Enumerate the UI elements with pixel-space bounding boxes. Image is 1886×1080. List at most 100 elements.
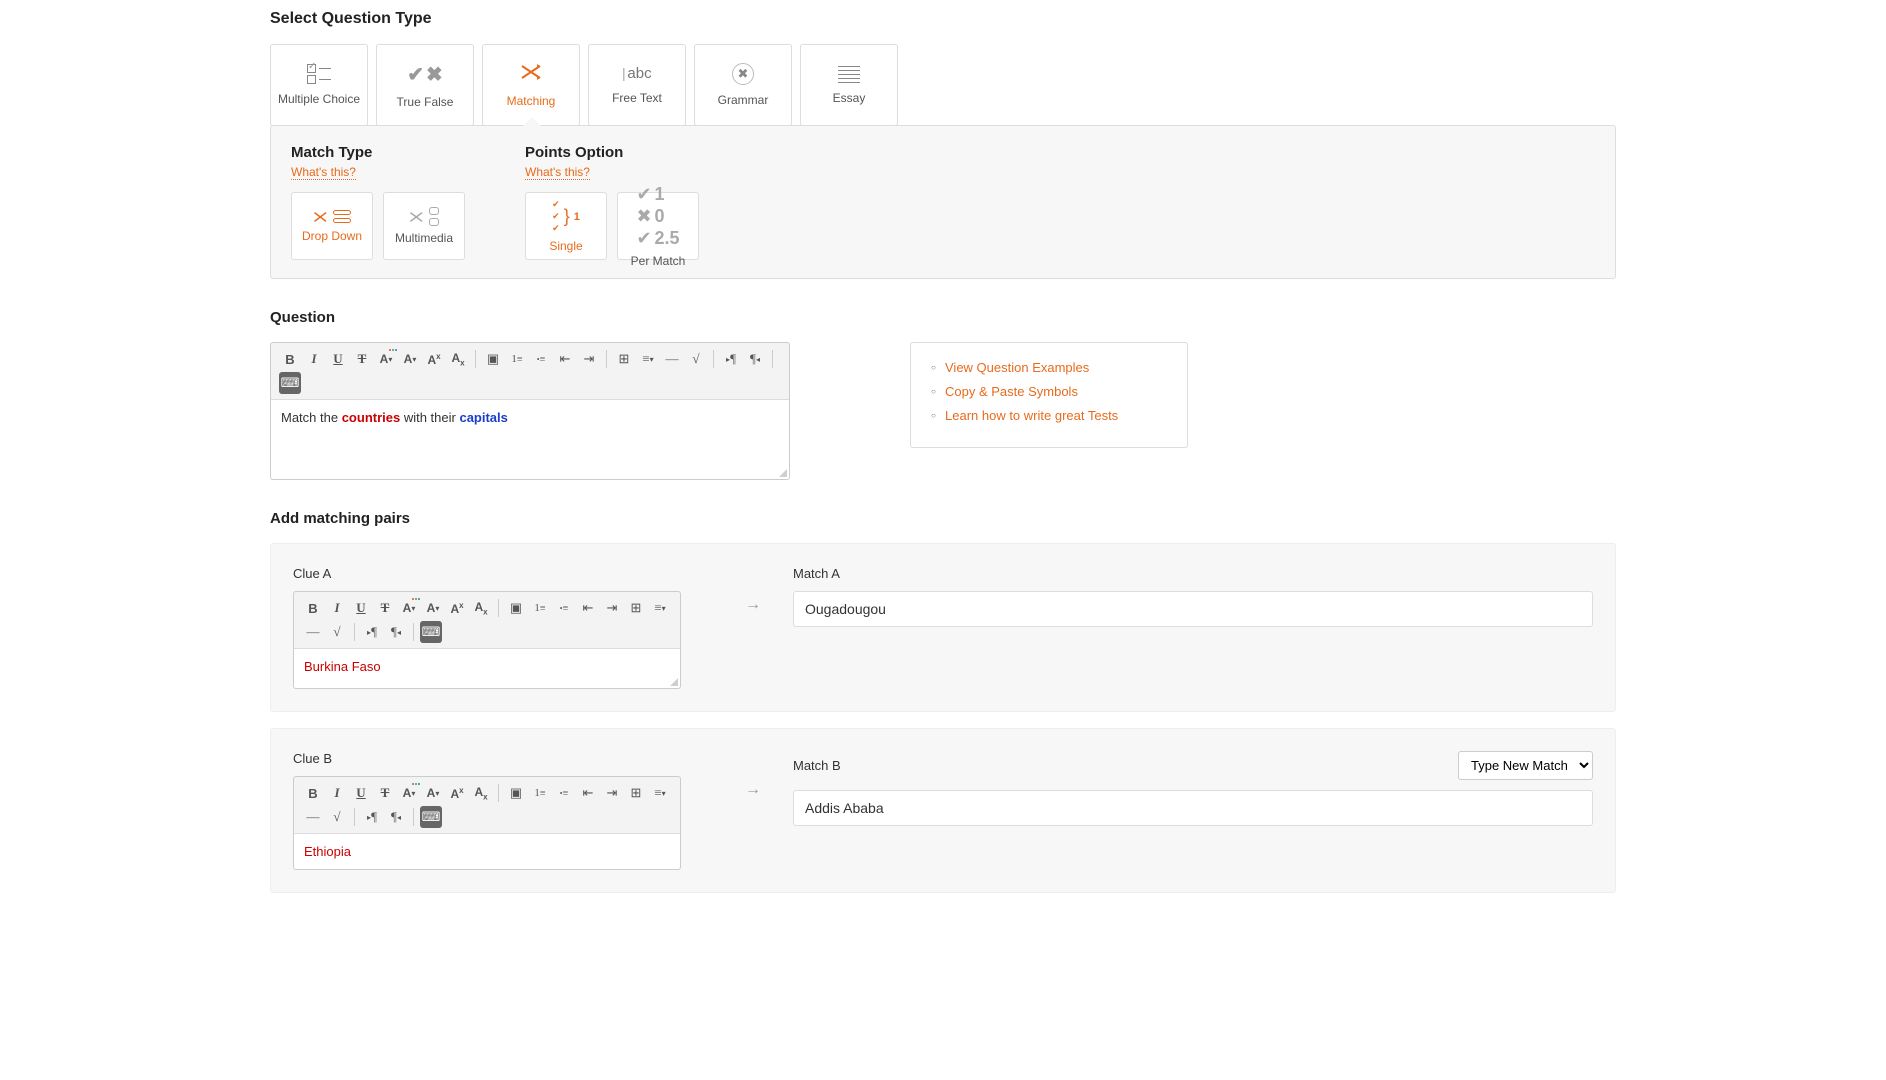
option-label: Drop Down — [302, 229, 362, 243]
indent-button[interactable]: ⇥ — [601, 597, 623, 619]
resizer-icon[interactable] — [668, 676, 678, 686]
unordered-list-button[interactable]: •≡ — [553, 597, 575, 619]
unordered-list-button[interactable]: •≡ — [530, 348, 552, 370]
match-a-input[interactable] — [793, 591, 1593, 627]
bg-color-button[interactable]: A▾ — [422, 782, 444, 804]
bg-color-button[interactable]: A▾ — [399, 348, 421, 370]
ltr-button[interactable]: ▸¶ — [361, 806, 383, 828]
arrow-icon: → — [713, 566, 793, 614]
image-button[interactable]: ▣ — [482, 348, 504, 370]
qtype-label: Matching — [507, 94, 556, 108]
hr-button[interactable]: — — [302, 621, 324, 643]
qtype-essay[interactable]: Essay — [800, 44, 898, 126]
subscript-button[interactable]: Ax — [470, 782, 492, 804]
resizer-icon[interactable] — [777, 467, 787, 477]
question-text-part: with their — [400, 410, 459, 425]
qtype-grammar[interactable]: ✖ Grammar — [694, 44, 792, 126]
italic-button[interactable]: I — [326, 782, 348, 804]
qtype-matching[interactable]: Matching — [482, 44, 580, 126]
strike-button[interactable]: T — [374, 597, 396, 619]
formula-button[interactable]: √ — [326, 621, 348, 643]
ltr-button[interactable]: ▸¶ — [720, 348, 742, 370]
table-button[interactable]: ⊞ — [613, 348, 635, 370]
italic-button[interactable]: I — [326, 597, 348, 619]
help-examples-link[interactable]: View Question Examples — [945, 360, 1089, 375]
bold-button[interactable]: B — [279, 348, 301, 370]
match-b-select[interactable]: Type New Match — [1458, 751, 1593, 780]
outdent-button[interactable]: ⇤ — [577, 597, 599, 619]
bold-button[interactable]: B — [302, 597, 324, 619]
qtype-label: True False — [397, 95, 454, 109]
match-pair-a: Clue A B I U T A▾ A▾ Ax Ax ▣ 1≡ •≡ ⇤ ⇥ ⊞… — [270, 543, 1616, 712]
match-b-input[interactable] — [793, 790, 1593, 826]
clue-b-value: Ethiopia — [304, 844, 351, 859]
multiple-choice-icon: ✓ — [307, 64, 331, 84]
qtype-free-text[interactable]: |abc Free Text — [588, 44, 686, 126]
align-button[interactable]: ≡▾ — [649, 597, 671, 619]
ordered-list-button[interactable]: 1≡ — [529, 782, 551, 804]
match-type-whats-this[interactable]: What's this? — [291, 165, 356, 180]
indent-button[interactable]: ⇥ — [601, 782, 623, 804]
text-color-button[interactable]: A▾ — [398, 782, 420, 804]
underline-button[interactable]: U — [350, 597, 372, 619]
question-textarea[interactable]: Match the countries with their capitals — [270, 400, 790, 480]
match-b-label: Match B — [793, 758, 841, 773]
rtl-button[interactable]: ¶◂ — [744, 348, 766, 370]
clue-b-label: Clue B — [293, 751, 713, 766]
qtype-label: Grammar — [718, 93, 769, 107]
strike-button[interactable]: T — [374, 782, 396, 804]
points-per-match[interactable]: ✔ 1 ✖ 0 ✔ 2.5 Per Match — [617, 192, 699, 260]
strike-button[interactable]: T — [351, 348, 373, 370]
clue-a-label: Clue A — [293, 566, 713, 581]
hr-button[interactable]: — — [302, 806, 324, 828]
points-single[interactable]: ✔✔✔ } 1 Single — [525, 192, 607, 260]
points-option-whats-this[interactable]: What's this? — [525, 165, 590, 180]
keyboard-button[interactable]: ⌨ — [420, 806, 442, 828]
match-type-multimedia[interactable]: Multimedia — [383, 192, 465, 260]
superscript-button[interactable]: Ax — [446, 782, 468, 804]
qtype-true-false[interactable]: ✔✖ True False — [376, 44, 474, 126]
clue-b-textarea[interactable]: Ethiopia — [293, 834, 681, 870]
align-button[interactable]: ≡▾ — [637, 348, 659, 370]
superscript-button[interactable]: Ax — [446, 597, 468, 619]
italic-button[interactable]: I — [303, 348, 325, 370]
formula-button[interactable]: √ — [685, 348, 707, 370]
qtype-label: Free Text — [612, 91, 662, 105]
help-learn-link[interactable]: Learn how to write great Tests — [945, 408, 1118, 423]
hr-button[interactable]: — — [661, 348, 683, 370]
ltr-button[interactable]: ▸¶ — [361, 621, 383, 643]
question-title: Question — [270, 309, 1616, 326]
rtl-button[interactable]: ¶◂ — [385, 621, 407, 643]
bold-button[interactable]: B — [302, 782, 324, 804]
subscript-button[interactable]: Ax — [447, 348, 469, 370]
superscript-button[interactable]: Ax — [423, 348, 445, 370]
ordered-list-button[interactable]: 1≡ — [506, 348, 528, 370]
outdent-button[interactable]: ⇤ — [554, 348, 576, 370]
ordered-list-button[interactable]: 1≡ — [529, 597, 551, 619]
table-button[interactable]: ⊞ — [625, 782, 647, 804]
match-type-dropdown[interactable]: Drop Down — [291, 192, 373, 260]
underline-button[interactable]: U — [350, 782, 372, 804]
outdent-button[interactable]: ⇤ — [577, 782, 599, 804]
question-type-row: ✓ Multiple Choice ✔✖ True False Matching… — [270, 44, 1616, 126]
align-button[interactable]: ≡▾ — [649, 782, 671, 804]
select-question-type-title: Select Question Type — [270, 10, 1616, 28]
keyboard-button[interactable]: ⌨ — [279, 372, 301, 394]
clue-a-textarea[interactable]: Burkina Faso — [293, 649, 681, 689]
unordered-list-button[interactable]: •≡ — [553, 782, 575, 804]
image-button[interactable]: ▣ — [505, 597, 527, 619]
rtl-button[interactable]: ¶◂ — [385, 806, 407, 828]
help-symbols-link[interactable]: Copy & Paste Symbols — [945, 384, 1078, 399]
formula-button[interactable]: √ — [326, 806, 348, 828]
bg-color-button[interactable]: A▾ — [422, 597, 444, 619]
keyboard-button[interactable]: ⌨ — [420, 621, 442, 643]
text-color-button[interactable]: A▾ — [398, 597, 420, 619]
qtype-multiple-choice[interactable]: ✓ Multiple Choice — [270, 44, 368, 126]
subscript-button[interactable]: Ax — [470, 597, 492, 619]
image-button[interactable]: ▣ — [505, 782, 527, 804]
indent-button[interactable]: ⇥ — [578, 348, 600, 370]
text-color-button[interactable]: A▾ — [375, 348, 397, 370]
underline-button[interactable]: U — [327, 348, 349, 370]
table-button[interactable]: ⊞ — [625, 597, 647, 619]
qtype-label: Essay — [833, 91, 866, 105]
